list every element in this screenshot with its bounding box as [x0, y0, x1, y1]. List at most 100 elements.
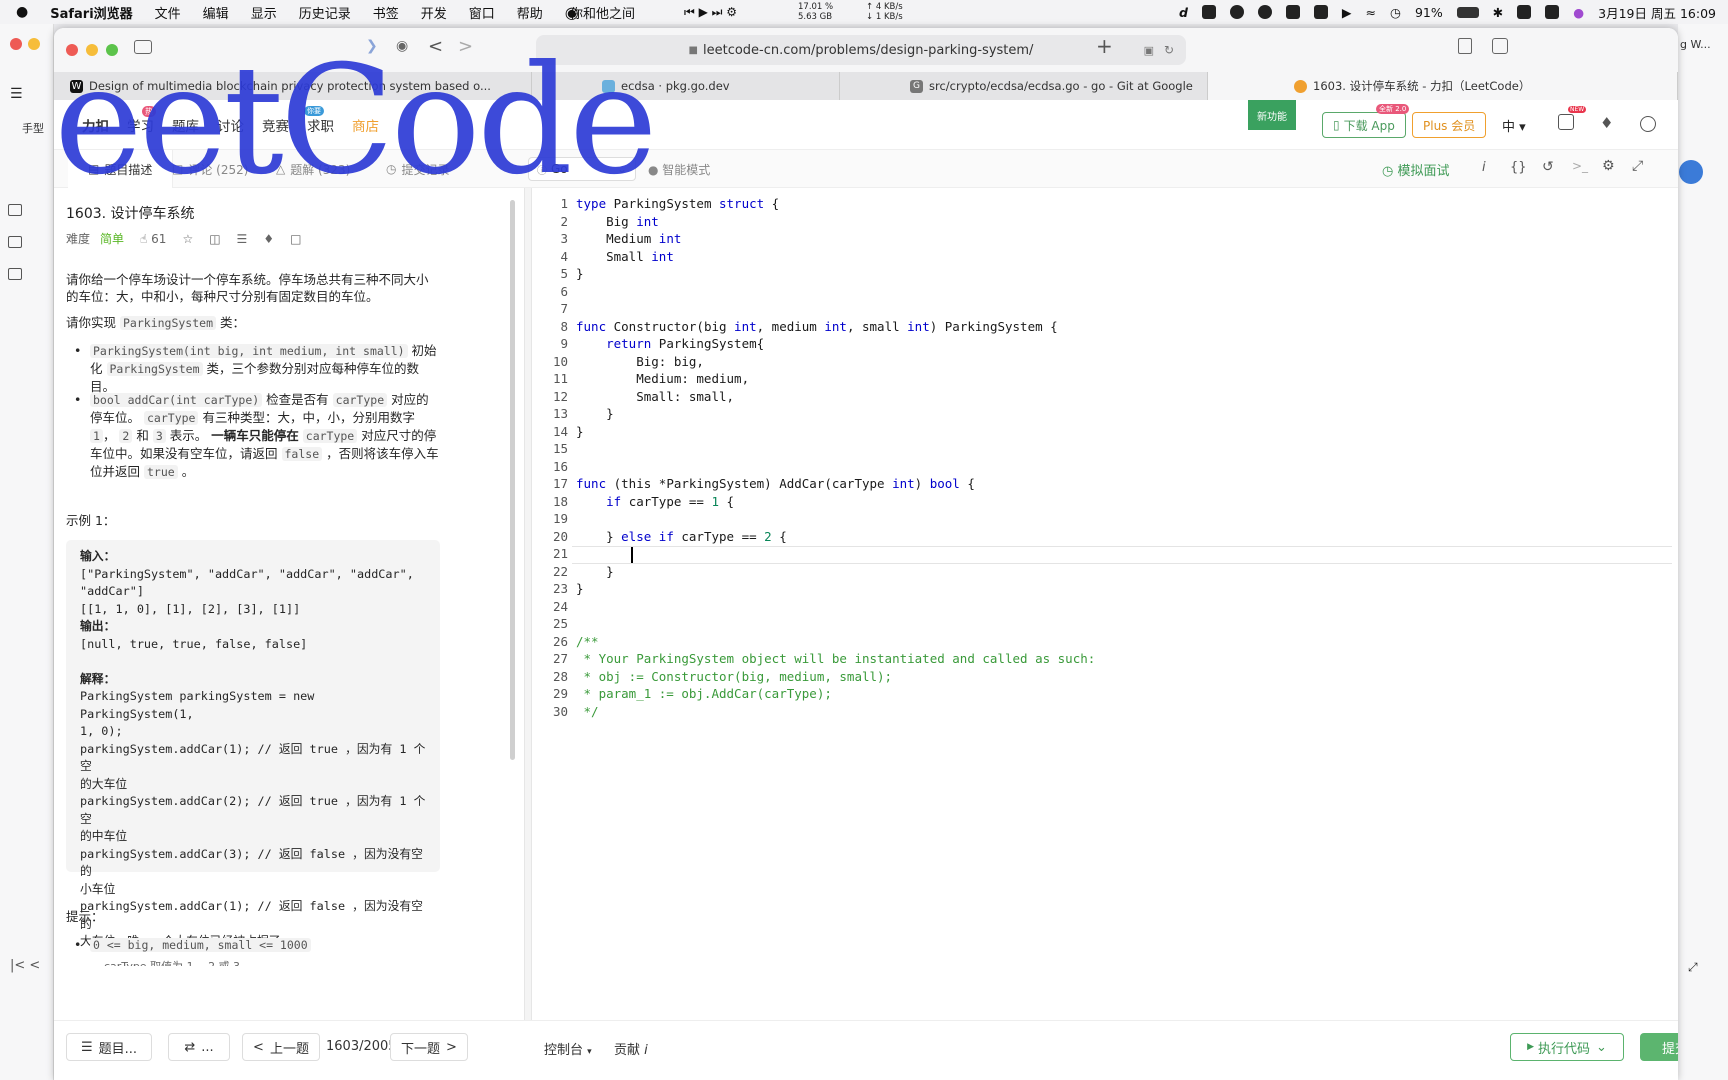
tab-description[interactable]: ▤ 题目描述 — [68, 150, 174, 188]
shield-icon[interactable] — [1313, 5, 1328, 19]
plus-member-button[interactable]: Plus 会员 — [1412, 112, 1487, 138]
code-line[interactable]: Medium: medium, — [576, 371, 749, 386]
nav-discuss[interactable]: 讨论 — [217, 115, 244, 135]
code-line[interactable]: */ — [576, 704, 599, 719]
code-line[interactable]: } — [576, 406, 614, 421]
code-line[interactable]: } — [576, 424, 584, 439]
tab-git-google[interactable]: G src/crypto/ecdsa/ecdsa.go - go - Git a… — [840, 72, 1208, 100]
menu-edit[interactable]: 编辑 — [203, 3, 229, 22]
mock-interview-button[interactable]: ◷ 模拟面试 — [1382, 160, 1450, 179]
list-icon[interactable] — [8, 204, 22, 216]
info-icon[interactable]: i — [1482, 160, 1486, 175]
close-button[interactable] — [66, 44, 78, 56]
reset-icon[interactable]: ↺ — [1542, 159, 1554, 175]
new-tab-icon[interactable]: + — [1096, 34, 1113, 58]
code-line[interactable]: * obj := Constructor(big, medium, small)… — [576, 669, 893, 684]
code-line[interactable]: func (this *ParkingSystem) AddCar(carTyp… — [576, 476, 975, 491]
back-icon[interactable]: < — [428, 36, 443, 57]
code-line[interactable]: Small: small, — [576, 389, 734, 404]
share-problem-icon[interactable]: ◫ — [209, 231, 220, 248]
menu-bookmarks[interactable]: 书签 — [373, 3, 399, 22]
menu-app-name[interactable]: Safari浏览器 — [50, 3, 132, 22]
code-line[interactable]: } — [576, 581, 584, 596]
nav-store[interactable]: 商店 — [352, 115, 379, 135]
address-bar[interactable]: ■ leetcode-cn.com/problems/design-parkin… — [536, 35, 1186, 65]
close-dot-icon[interactable] — [10, 38, 22, 50]
star-icon[interactable]: ☆ — [182, 231, 193, 248]
tab-overview-icon[interactable] — [1492, 38, 1508, 54]
menu-help[interactable]: 帮助 — [517, 3, 543, 22]
language-switch[interactable]: 中 ▾ — [1502, 116, 1526, 135]
copy-icon[interactable] — [8, 268, 22, 280]
run-code-button[interactable]: ▶ 执行代码 ⌄ — [1510, 1033, 1624, 1061]
media-controls[interactable]: ⏮ ▶ ⏭ ⚙ — [684, 5, 737, 20]
nav-learn[interactable]: 学习 — [127, 115, 154, 135]
download-app-button[interactable]: ▯ 下载 App — [1322, 112, 1406, 138]
tab-submissions[interactable]: ◷ 提交记录 — [386, 150, 450, 188]
format-braces-icon[interactable]: {} — [1510, 160, 1527, 175]
now-playing-title[interactable]: 你和他之间 — [570, 3, 635, 22]
menu-history[interactable]: 历史记录 — [299, 3, 351, 22]
translate-icon[interactable]: ▣ — [1144, 44, 1154, 57]
switch-icon[interactable] — [1517, 5, 1532, 19]
code-line[interactable]: Small int — [576, 249, 674, 264]
prev-problem-button[interactable]: < 上一题 — [242, 1033, 320, 1061]
menu-window[interactable]: 窗口 — [469, 3, 495, 22]
code-line[interactable]: if carType == 1 { — [576, 494, 734, 509]
contribute-link[interactable]: 贡献 i — [614, 1039, 648, 1058]
code-line[interactable]: * param_1 := obj.AddCar(carType); — [576, 686, 832, 701]
language-select[interactable]: ⓘ Go ⌄ — [528, 157, 636, 181]
code-line[interactable]: type ParkingSystem struct { — [576, 196, 779, 211]
code-editor[interactable]: 1 type ParkingSystem struct {2 Big int 3 M… — [532, 188, 1678, 1020]
time-machine-icon[interactable]: ◷ — [1390, 5, 1401, 20]
notification-icon[interactable]: ♦ — [263, 231, 274, 248]
tab-paper[interactable]: W Design of multimedia blockchain privac… — [54, 72, 532, 100]
image-icon[interactable] — [8, 236, 22, 248]
share-icon[interactable] — [1458, 38, 1472, 54]
random-problem-button[interactable]: ⇄ ... — [168, 1033, 230, 1061]
qq-icon[interactable] — [1229, 5, 1244, 19]
nav-problems[interactable]: 题库 — [172, 115, 199, 135]
description-scrollbar[interactable] — [510, 200, 515, 760]
code-line[interactable]: } else if carType == 2 { — [576, 529, 787, 544]
menubar-clock[interactable]: 3月19日 周五 16:09 — [1598, 3, 1716, 22]
forward-icon[interactable]: > — [458, 36, 473, 57]
sidebar-icon[interactable] — [134, 40, 152, 54]
siri-icon[interactable]: ● — [1573, 5, 1584, 20]
reload-icon[interactable]: ↻ — [1164, 43, 1174, 57]
translate-problem-icon[interactable]: ☰ — [237, 231, 248, 248]
vpn-icon[interactable] — [1285, 5, 1300, 19]
wechat-icon[interactable] — [1257, 5, 1272, 19]
new-feature-ribbon[interactable]: 新功能 — [1248, 100, 1296, 130]
console-toggle[interactable]: 控制台 ▾ — [544, 1039, 592, 1058]
tab-solutions[interactable]: △ 题解 (323) — [276, 150, 350, 188]
pane-divider[interactable] — [524, 188, 532, 1020]
tab-comments[interactable]: □ 评论 (252) — [172, 150, 248, 188]
minimize-dot-icon[interactable] — [28, 38, 40, 50]
site-logo[interactable]: 力扣 — [82, 115, 109, 135]
code-line[interactable]: Medium int — [576, 231, 681, 246]
code-line[interactable]: Big int — [576, 214, 659, 229]
submit-button[interactable]: 提交 — [1640, 1033, 1678, 1061]
floating-widget-icon[interactable] — [1679, 160, 1703, 184]
nav-contest[interactable]: 竞赛 — [262, 115, 289, 135]
shield-toolbar-icon[interactable]: ◉ — [396, 38, 408, 54]
url-text[interactable]: leetcode-cn.com/problems/design-parking-… — [703, 43, 1033, 58]
menu-file[interactable]: 文件 — [155, 3, 181, 22]
code-line[interactable]: return ParkingSystem{ — [576, 336, 764, 351]
play-circle-icon[interactable]: ▶ — [1342, 5, 1352, 20]
code-line[interactable]: Big: big, — [576, 354, 704, 369]
code-line[interactable]: } — [576, 564, 614, 579]
nav-jobs[interactable]: 求职 — [307, 115, 334, 135]
smart-mode-toggle[interactable]: ● 智能模式 — [648, 161, 710, 178]
tab-ecdsa-pkg[interactable]: ecdsa · pkg.go.dev — [532, 72, 840, 100]
bluetooth-icon[interactable]: ✱ — [1493, 5, 1503, 20]
sidebar-toggle-icon[interactable]: |< < — [10, 958, 40, 973]
problem-list-button[interactable]: ☰ 题目... — [66, 1033, 152, 1061]
expand-icon[interactable]: ⤢ — [1632, 158, 1643, 174]
battery-icon[interactable] — [1456, 6, 1479, 18]
minimize-button[interactable] — [86, 44, 98, 56]
cat-icon[interactable] — [1201, 5, 1216, 19]
avatar[interactable] — [1640, 116, 1656, 132]
code-line[interactable]: } — [576, 266, 584, 281]
